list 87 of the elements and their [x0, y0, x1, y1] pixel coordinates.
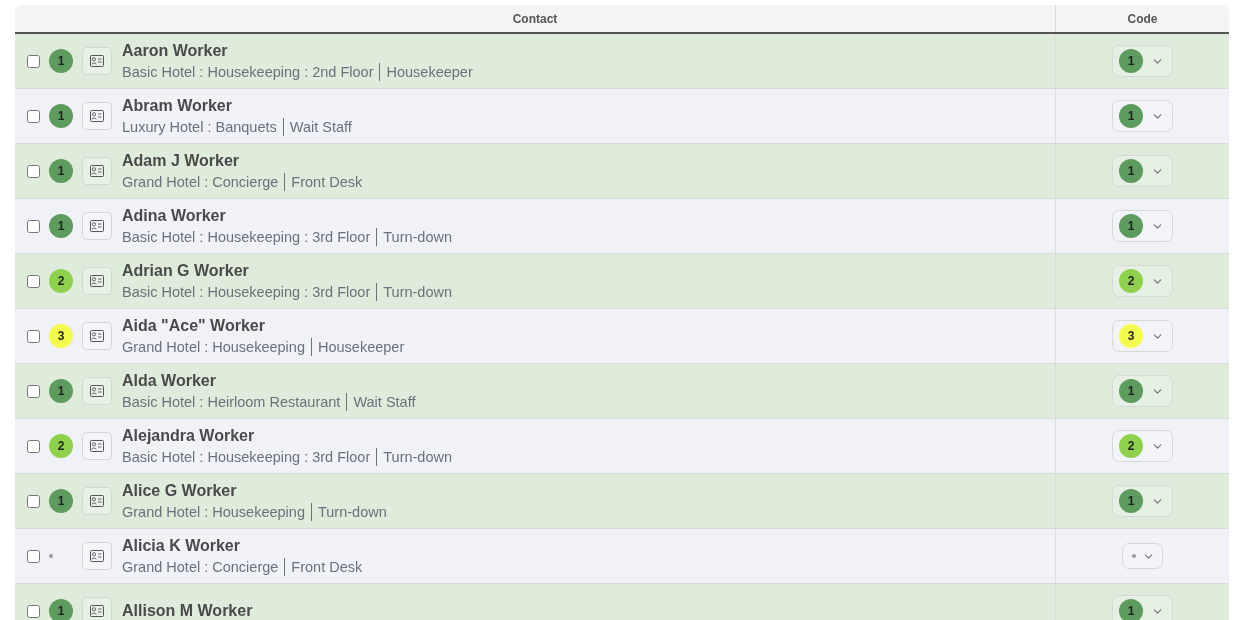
row-checkbox[interactable]	[27, 549, 40, 563]
row-checkbox[interactable]	[27, 109, 40, 123]
code-badge: 3	[1119, 324, 1143, 348]
code-select[interactable]: 1	[1112, 45, 1173, 77]
contact-name[interactable]: Alicia K Worker	[122, 535, 240, 556]
contact-role: Front Desk	[291, 173, 363, 190]
code-select[interactable]: 1	[1112, 485, 1173, 517]
code-badge: 1	[1119, 214, 1143, 238]
code-badge: 3	[49, 324, 73, 348]
contact-card-icon[interactable]	[82, 102, 112, 130]
code-badge: 1	[1119, 489, 1143, 513]
contact-card-icon[interactable]	[82, 212, 112, 240]
code-badge: 2	[49, 434, 73, 458]
contact-name[interactable]: Aida "Ace" Worker	[122, 315, 265, 336]
code-select[interactable]: 1	[1112, 210, 1173, 242]
code-select[interactable]: 1	[1112, 100, 1173, 132]
contact-name[interactable]: Alejandra Worker	[122, 425, 255, 446]
code-select[interactable]: 1	[1112, 595, 1173, 620]
contact-card-icon[interactable]	[82, 597, 112, 620]
row-checkbox[interactable]	[27, 384, 40, 398]
row-checkbox[interactable]	[27, 329, 40, 343]
contact-name[interactable]: Aaron Worker	[122, 40, 228, 61]
code-badge: 2	[49, 269, 73, 293]
contact-role: Housekeeper	[386, 63, 473, 80]
code-badge: 1	[1119, 49, 1143, 73]
contact-location: Basic Hotel : Housekeeping : 2nd Floor	[122, 63, 374, 80]
code-badge: 1	[49, 599, 73, 620]
code-select[interactable]: 2	[1112, 265, 1173, 297]
contact-role: Turn-down	[383, 448, 453, 465]
contact-location: Basic Hotel : Housekeeping : 3rd Floor	[122, 448, 371, 465]
contact-location: Grand Hotel : Concierge	[122, 558, 279, 575]
contact-location: Basic Hotel : Housekeeping : 3rd Floor	[122, 228, 371, 245]
empty-code-dot-icon	[1132, 554, 1136, 558]
contact-location: Basic Hotel : Heirloom Restaurant	[122, 393, 341, 410]
code-badge: 1	[49, 104, 73, 128]
code-badge: 1	[1119, 104, 1143, 128]
contact-role: Turn-down	[383, 283, 453, 300]
code-badge: 1	[1119, 159, 1143, 183]
row-checkbox[interactable]	[27, 274, 40, 288]
code-badge: 1	[49, 214, 73, 238]
contact-name[interactable]: Adam J Worker	[122, 150, 240, 171]
row-checkbox[interactable]	[27, 219, 40, 233]
contact-card-icon[interactable]	[82, 322, 112, 350]
row-checkbox[interactable]	[27, 439, 40, 453]
contact-card-icon[interactable]	[82, 487, 112, 515]
contact-name[interactable]: Alice G Worker	[122, 480, 237, 501]
contact-name[interactable]: Alda Worker	[122, 370, 216, 391]
contact-location: Grand Hotel : Housekeeping	[122, 503, 305, 520]
row-checkbox[interactable]	[27, 604, 40, 618]
contact-card-icon[interactable]	[82, 267, 112, 295]
contact-location: Basic Hotel : Housekeeping : 3rd Floor	[122, 283, 371, 300]
empty-code-dot-icon	[49, 554, 53, 558]
code-select[interactable]: 1	[1112, 155, 1173, 187]
code-select[interactable]: 2	[1112, 430, 1173, 462]
column-header[interactable]: Code	[1127, 11, 1158, 26]
contact-location: Grand Hotel : Concierge	[122, 173, 279, 190]
row-checkbox[interactable]	[27, 494, 40, 508]
contact-role: Wait Staff	[289, 118, 352, 135]
code-badge: 1	[1119, 599, 1143, 620]
code-badge: 2	[1119, 434, 1143, 458]
contact-name[interactable]: Adina Worker	[122, 205, 226, 226]
column-header[interactable]: Contact	[512, 11, 558, 26]
contact-location: Luxury Hotel : Banquets	[122, 118, 277, 135]
code-badge: 1	[49, 159, 73, 183]
contact-card-icon[interactable]	[82, 542, 112, 570]
code-select[interactable]: 1	[1112, 375, 1173, 407]
contact-name[interactable]: Abram Worker	[122, 95, 232, 116]
contact-name[interactable]: Adrian G Worker	[122, 260, 249, 281]
code-badge: 1	[1119, 379, 1143, 403]
contact-role: Front Desk	[291, 558, 363, 575]
code-badge: 1	[49, 489, 73, 513]
contact-role: Turn-down	[383, 228, 453, 245]
contact-card-icon[interactable]	[82, 432, 112, 460]
code-badge: 1	[49, 49, 73, 73]
code-badge: 2	[1119, 269, 1143, 293]
contact-name[interactable]: Allison M Worker	[122, 601, 253, 620]
row-checkbox[interactable]	[27, 54, 40, 68]
contact-location: Grand Hotel : Housekeeping	[122, 338, 305, 355]
row-checkbox[interactable]	[27, 164, 40, 178]
contact-card-icon[interactable]	[82, 377, 112, 405]
contact-card-icon[interactable]	[82, 157, 112, 185]
contact-role: Turn-down	[318, 503, 387, 520]
contact-role: Wait Staff	[353, 393, 416, 410]
code-select[interactable]: 3	[1112, 320, 1173, 352]
code-badge: 1	[49, 379, 73, 403]
contact-role: Housekeeper	[318, 338, 405, 355]
contact-card-icon[interactable]	[82, 47, 112, 75]
